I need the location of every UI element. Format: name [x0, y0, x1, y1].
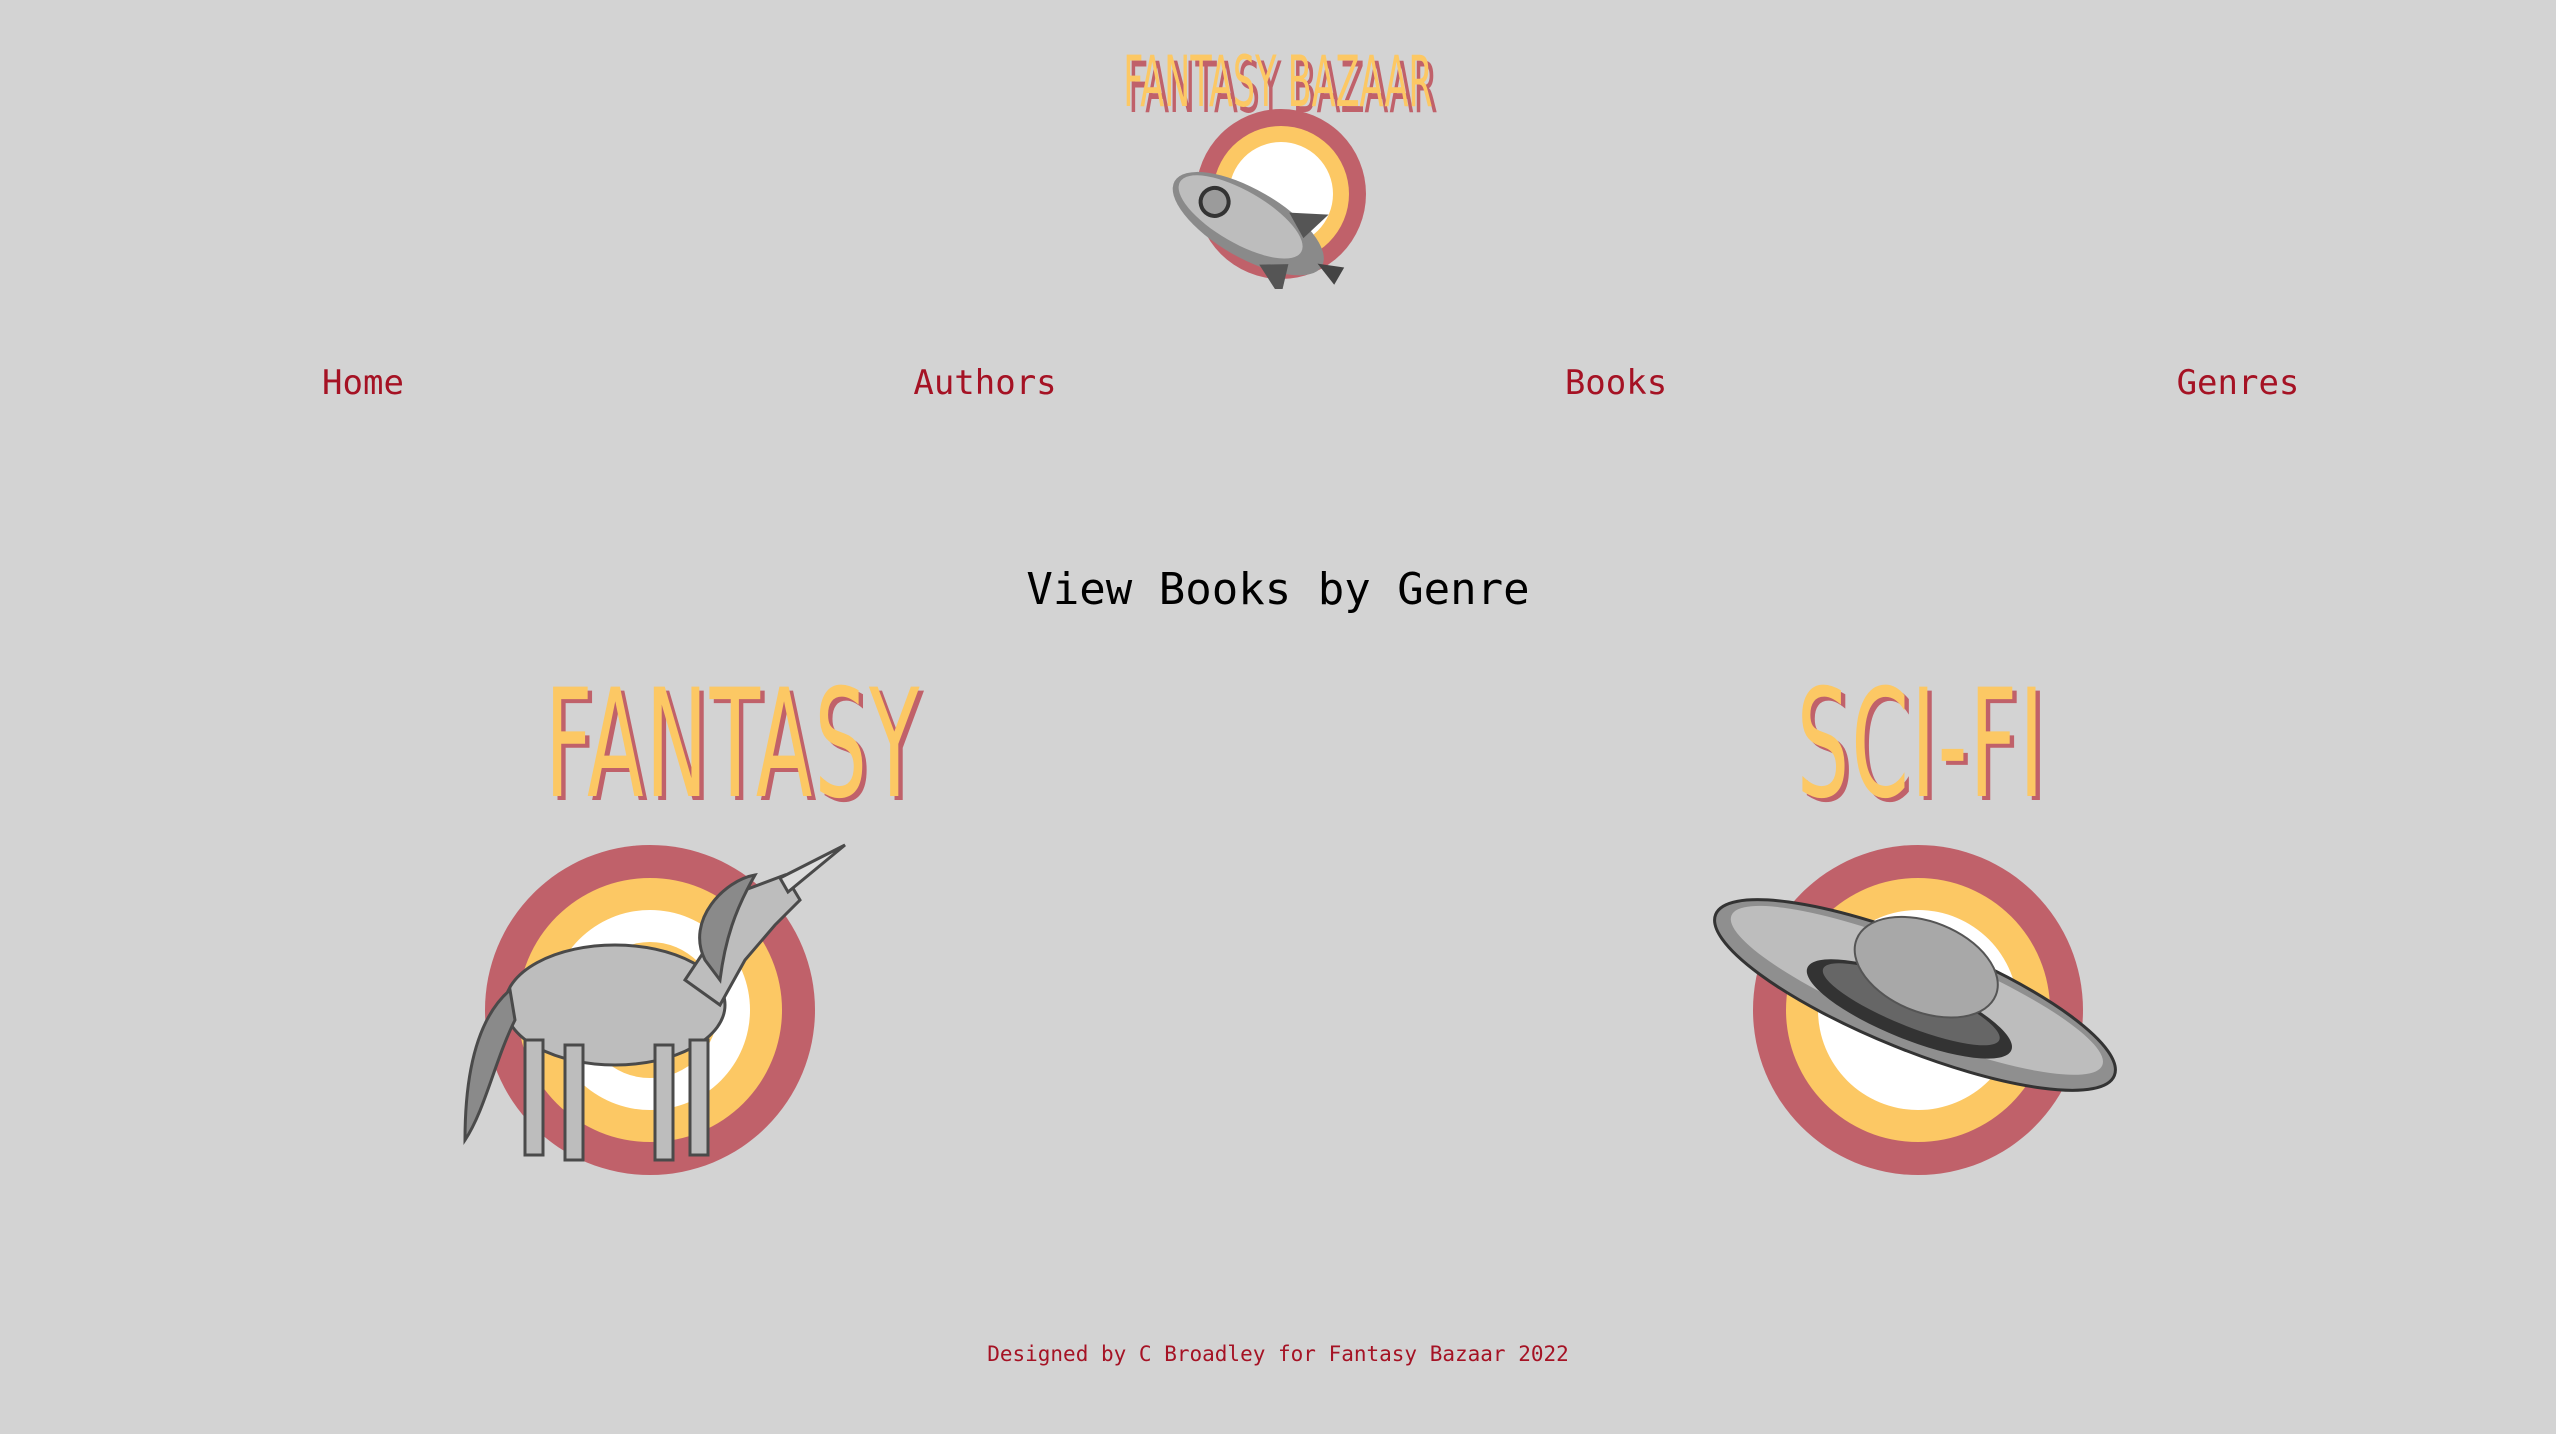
main-nav: Home Authors Books Genres [0, 358, 2556, 408]
nav-genres-link[interactable]: Genres [2177, 358, 2300, 408]
genre-card-fantasy[interactable]: FANTASY [455, 658, 922, 1180]
genre-card-scifi[interactable]: SCI-FI [1700, 660, 2130, 1180]
nav-books-link[interactable]: Books [1565, 358, 1667, 408]
genre-label-fantasy: FANTASY [545, 658, 922, 832]
logo-link[interactable]: FANTASY BAZAAR FANTASY BAZAAR [1113, 14, 1443, 298]
footer-credit: Designed by C Broadley for Fantasy Bazaa… [987, 1342, 1569, 1366]
rocket-logo: FANTASY BAZAAR FANTASY BAZAAR [1123, 43, 1438, 298]
page-title: View Books by Genre [1026, 564, 1530, 615]
nav-home-link[interactable]: Home [322, 358, 404, 408]
nav-authors-link[interactable]: Authors [913, 358, 1056, 408]
genre-label-scifi: SCI-FI [1796, 658, 2046, 832]
